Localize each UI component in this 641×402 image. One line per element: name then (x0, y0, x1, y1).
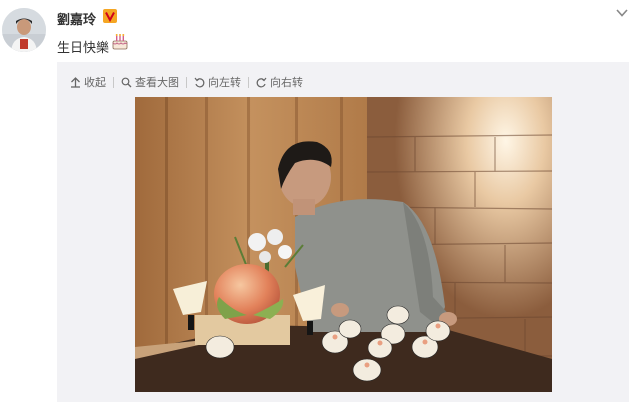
verified-badge-icon (103, 9, 117, 23)
avatar-image (2, 8, 46, 52)
toolbar-divider (113, 76, 114, 88)
toolbar-divider (248, 76, 249, 88)
rotate-right-icon (256, 77, 267, 87)
view-large-button[interactable]: 查看大图 (121, 74, 179, 90)
toolbar-divider (186, 76, 187, 88)
rotate-right-label: 向右转 (270, 76, 303, 89)
rotate-right-button[interactable]: 向右转 (256, 74, 303, 90)
rotate-left-label: 向左转 (208, 76, 241, 89)
collapse-arrow-icon (71, 76, 80, 88)
chevron-down-icon[interactable] (615, 6, 629, 20)
magnifier-icon (121, 77, 132, 87)
avatar[interactable] (2, 8, 46, 52)
username[interactable]: 劉嘉玲 (57, 9, 96, 28)
rotate-left-button[interactable]: 向左转 (194, 74, 241, 90)
collapse-button[interactable]: 收起 (70, 74, 106, 90)
view-large-label: 查看大图 (135, 76, 179, 89)
post-photo[interactable] (135, 97, 552, 392)
post-text: 生日快樂 (57, 41, 110, 56)
rotate-left-icon (194, 77, 205, 87)
image-toolbar: 收起 查看大图 向左转 向右转 (70, 73, 303, 91)
cake-emoji-icon (112, 34, 128, 50)
collapse-label: 收起 (84, 76, 106, 89)
